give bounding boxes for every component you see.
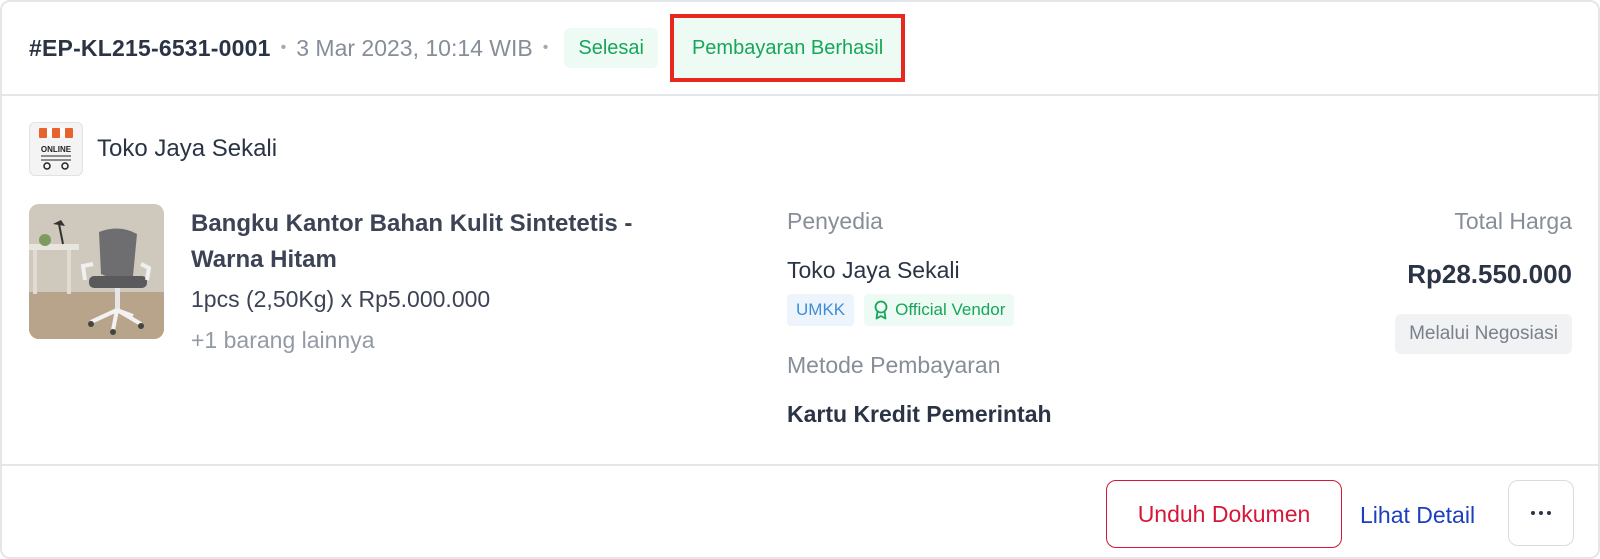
shop-name[interactable]: Toko Jaya Sekali xyxy=(97,135,277,163)
more-items-text: +1 barang lainnya xyxy=(191,327,375,353)
product-image[interactable] xyxy=(29,204,164,339)
total-price-label: Total Harga xyxy=(1454,208,1572,234)
product-info: Bangku Kantor Bahan Kulit Sintetetis - W… xyxy=(191,206,711,354)
product-name[interactable]: Bangku Kantor Bahan Kulit Sintetetis - W… xyxy=(191,206,711,278)
negotiation-badge: Melalui Negosiasi xyxy=(1395,314,1572,354)
payment-status-badge: Pembayaran Berhasil xyxy=(669,14,906,82)
umkk-badge: UMKK xyxy=(787,294,855,326)
product-quantity-price: 1pcs (2,50Kg) x Rp5.000.000 xyxy=(191,286,491,312)
payment-method-label: Metode Pembayaran xyxy=(787,352,1001,378)
card-footer: Unduh Dokumen Lihat Detail xyxy=(2,464,1598,557)
total-section: Total Harga Rp28.550.000 Melalui Negosia… xyxy=(1395,208,1572,354)
award-ribbon-icon xyxy=(874,300,888,320)
official-vendor-badge: Official Vendor xyxy=(864,294,1015,326)
vendor-section: Penyedia Toko Jaya Sekali UMKK Official … xyxy=(787,208,1207,428)
vendor-label: Penyedia xyxy=(787,208,883,234)
separator-dot: • xyxy=(542,39,549,56)
more-horizontal-icon xyxy=(1531,511,1535,515)
separator-dot: • xyxy=(280,39,287,56)
more-options-button[interactable] xyxy=(1508,480,1574,546)
view-detail-link[interactable]: Lihat Detail xyxy=(1360,502,1475,529)
order-header: #EP-KL215-6531-0001 • 3 Mar 2023, 10:14 … xyxy=(2,2,1598,96)
order-id: #EP-KL215-6531-0001 xyxy=(29,34,271,61)
svg-text:ONLINE: ONLINE xyxy=(41,145,72,154)
online-shop-logo-icon: ONLINE xyxy=(39,128,73,170)
shop-logo: ONLINE xyxy=(29,122,83,176)
download-document-button[interactable]: Unduh Dokumen xyxy=(1106,480,1342,548)
payment-method-value: Kartu Kredit Pemerintah xyxy=(787,401,1052,427)
office-chair-image xyxy=(29,204,164,339)
vendor-badges: UMKK Official Vendor xyxy=(787,294,1207,326)
official-vendor-label: Official Vendor xyxy=(895,300,1006,319)
status-badge: Selesai xyxy=(564,28,658,68)
shop-row: ONLINE Toko Jaya Sekali xyxy=(29,122,277,176)
vendor-name: Toko Jaya Sekali xyxy=(787,257,960,283)
order-date: 3 Mar 2023, 10:14 WIB xyxy=(296,34,533,61)
transaction-card: #EP-KL215-6531-0001 • 3 Mar 2023, 10:14 … xyxy=(0,0,1600,559)
total-price-value: Rp28.550.000 xyxy=(1407,259,1572,289)
